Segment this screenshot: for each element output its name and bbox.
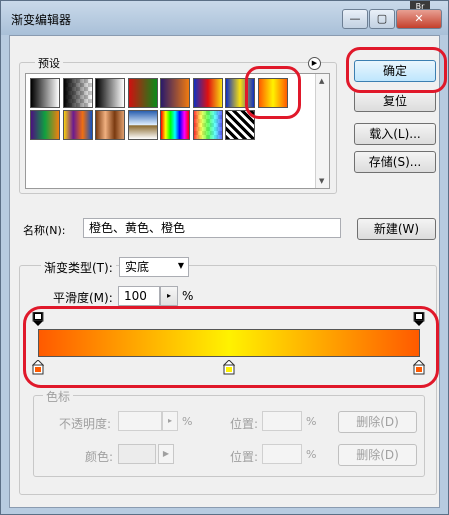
highlight-oval-gradient — [23, 306, 439, 388]
smoothness-unit: % — [182, 289, 194, 303]
smoothness-input[interactable]: 100 — [118, 286, 160, 306]
preset-swatch-foreground-to-background[interactable] — [30, 78, 60, 108]
preset-swatch-violet-orange[interactable] — [160, 78, 190, 108]
smoothness-arrow-icon[interactable]: ▸ — [160, 286, 178, 306]
preset-swatch-blue-red-yellow[interactable] — [192, 78, 223, 108]
restore-button[interactable]: ▢ — [369, 9, 395, 29]
load-button[interactable]: 载入(L)... — [354, 123, 436, 145]
preset-swatch-violet-green-orange[interactable] — [30, 110, 60, 140]
preset-scrollbar[interactable]: ▲ ▼ — [315, 74, 329, 188]
color-location-input[interactable] — [262, 444, 302, 464]
circle-arrow-right-icon[interactable]: ▶ — [308, 57, 321, 70]
chevron-down-icon: ▼ — [177, 261, 184, 270]
opacity-location-label: 位置: — [230, 417, 259, 431]
gradient-type-value: 实底 — [125, 260, 150, 274]
opacity-unit: % — [182, 415, 193, 428]
preset-swatch-copper[interactable] — [95, 110, 125, 140]
preset-swatch-red-green[interactable] — [127, 78, 158, 108]
smoothness-label: 平滑度(M): — [53, 291, 113, 305]
scroll-up-icon[interactable]: ▲ — [319, 77, 324, 85]
title-bar[interactable]: 渐变编辑器 Br — ▢ ✕ — [1, 1, 448, 35]
new-button[interactable]: 新建(W) — [357, 218, 436, 240]
opacity-input[interactable] — [118, 411, 162, 431]
preset-swatch-black-white[interactable] — [95, 78, 125, 108]
opacity-location-unit: % — [306, 415, 317, 428]
save-button[interactable]: 存储(S)... — [354, 151, 436, 173]
opacity-delete-button[interactable]: 删除(D) — [338, 411, 417, 433]
preset-swatch-yellow-violet-orange-blue[interactable] — [62, 110, 93, 140]
color-location-label: 位置: — [230, 450, 259, 464]
preset-swatch-spectrum[interactable] — [160, 110, 190, 140]
color-location-unit: % — [306, 448, 317, 461]
highlight-oval-ok — [346, 47, 447, 93]
minimize-button[interactable]: — — [342, 9, 368, 29]
stops-group-label: 色标 — [43, 388, 74, 405]
color-delete-button[interactable]: 删除(D) — [338, 444, 417, 466]
name-input[interactable]: 橙色、黄色、橙色 — [83, 218, 341, 238]
preset-swatch-chrome[interactable] — [127, 110, 158, 140]
opacity-arrow-icon[interactable]: ▸ — [162, 411, 178, 431]
highlight-oval-preset — [245, 66, 301, 119]
color-label: 颜色: — [85, 450, 114, 464]
gradient-editor-window: 渐变编辑器 Br — ▢ ✕ 预设 ▶ ▲ ▼ 确定 复位 载入(L)... 存… — [0, 0, 449, 515]
opacity-location-input[interactable] — [262, 411, 302, 431]
opacity-label: 不透明度: — [59, 417, 112, 431]
preset-swatch-transparent-rainbow[interactable] — [192, 110, 223, 140]
name-label: 名称(N): — [23, 224, 66, 237]
color-swatch-picker[interactable] — [118, 444, 156, 464]
presets-label: 预设 — [35, 55, 63, 71]
reset-button[interactable]: 复位 — [354, 90, 436, 112]
gradient-type-select[interactable]: 实底 ▼ — [119, 257, 189, 277]
window-title: 渐变编辑器 — [11, 13, 72, 27]
scroll-down-icon[interactable]: ▼ — [319, 177, 324, 185]
close-button[interactable]: ✕ — [396, 9, 442, 29]
preset-swatch-foreground-to-transparent[interactable] — [62, 78, 93, 108]
gradient-type-label: 渐变类型(T): — [41, 259, 116, 276]
color-arrow-icon[interactable]: ▶ — [158, 444, 174, 464]
